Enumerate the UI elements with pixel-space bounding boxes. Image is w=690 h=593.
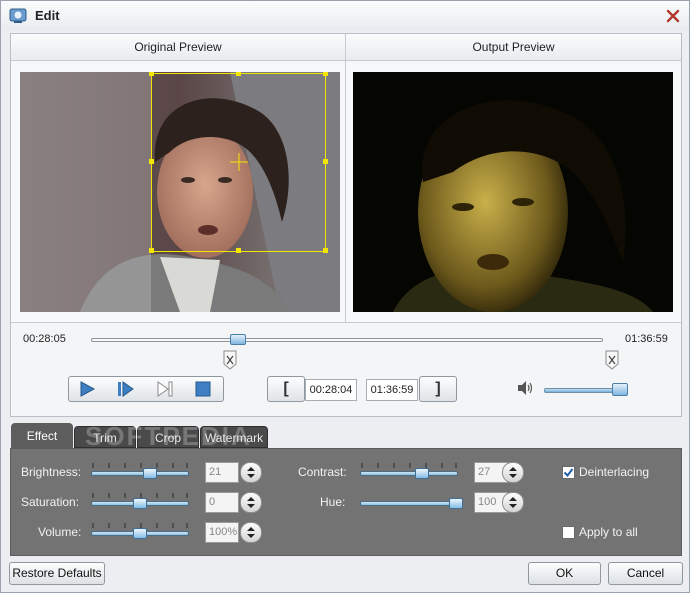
seek-thumb[interactable] [230, 334, 247, 345]
contrast-slider[interactable] [360, 471, 458, 476]
total-time-label: 01:36:59 [625, 333, 668, 345]
play-icon[interactable] [77, 380, 97, 398]
apply-to-all-checkbox[interactable] [562, 526, 575, 539]
volume-thumb[interactable] [612, 383, 628, 396]
preview-frame: Original Preview Output Preview 00:28:05… [10, 33, 682, 417]
app-icon [9, 8, 27, 23]
tab-trim[interactable]: Trim [74, 426, 136, 448]
output-preview-header: Output Preview [346, 34, 681, 61]
contrast-label: Contrast: [298, 465, 347, 479]
volume-field[interactable]: 100% [205, 522, 239, 543]
effect-volume-thumb[interactable] [133, 528, 147, 539]
tab-watermark[interactable]: Watermark [200, 426, 268, 448]
hue-thumb[interactable] [449, 498, 463, 509]
brightness-ticks [92, 463, 188, 468]
ok-button[interactable]: OK [528, 562, 601, 585]
seek-bar[interactable] [91, 338, 603, 342]
window-title: Edit [35, 8, 60, 23]
saturation-spinner[interactable] [240, 492, 262, 513]
brightness-slider[interactable] [91, 471, 189, 476]
original-preview-label: Original Preview [134, 40, 222, 54]
contrast-thumb[interactable] [415, 468, 429, 479]
contrast-spinner[interactable] [502, 462, 524, 483]
effect-panel: Brightness: 21 Saturation: 0 Volume: 100… [10, 448, 682, 556]
volume-label: Volume: [38, 525, 82, 539]
spinner-arrows-icon [509, 497, 517, 508]
close-icon[interactable] [665, 8, 681, 24]
hue-label: Hue: [320, 495, 346, 509]
volume-icon[interactable] [516, 380, 534, 396]
saturation-thumb[interactable] [133, 498, 147, 509]
hue-spinner[interactable] [502, 492, 524, 513]
brightness-spinner[interactable] [240, 462, 262, 483]
playback-controls [68, 376, 224, 402]
output-preview-area [346, 62, 681, 322]
deinterlacing-label: Deinterlacing [579, 465, 650, 479]
contrast-ticks [361, 463, 457, 468]
current-time-label: 00:28:05 [23, 333, 66, 345]
original-video-frame [20, 72, 340, 312]
deinterlacing-checkbox[interactable] [562, 466, 575, 479]
next-frame-icon[interactable] [115, 380, 135, 398]
set-start-label: [ [283, 380, 289, 397]
saturation-field[interactable]: 0 [205, 492, 239, 513]
brightness-thumb[interactable] [143, 468, 157, 479]
brightness-label: Brightness: [21, 465, 82, 479]
trim-end-time-field[interactable]: 01:36:59 [366, 379, 418, 401]
tab-crop[interactable]: Crop [137, 426, 199, 448]
output-preview-label: Output Preview [472, 40, 555, 54]
set-end-label: ] [435, 380, 441, 397]
saturation-label: Saturation: [21, 495, 80, 509]
restore-defaults-button[interactable]: Restore Defaults [9, 562, 105, 585]
apply-to-all-label: Apply to all [579, 525, 638, 539]
edit-dialog: Edit Original Preview Output Preview 00:… [0, 0, 690, 593]
stop-icon[interactable] [193, 380, 213, 398]
spinner-arrows-icon [509, 467, 517, 478]
cancel-button[interactable]: Cancel [608, 562, 683, 585]
trim-end-marker-icon[interactable] [605, 350, 619, 370]
spinner-arrows-icon [247, 497, 255, 508]
hue-slider[interactable] [360, 501, 458, 506]
original-preview-header: Original Preview [11, 34, 345, 61]
output-video-frame [353, 72, 673, 312]
checkmark-icon [563, 468, 574, 478]
set-start-button[interactable]: [ [267, 376, 305, 402]
title-bar: Edit [1, 1, 689, 31]
set-end-button[interactable]: ] [419, 376, 457, 402]
preview-controls-divider [11, 322, 681, 323]
volume-spinner[interactable] [240, 522, 262, 543]
spinner-arrows-icon [247, 527, 255, 538]
tab-effect[interactable]: Effect [11, 423, 73, 450]
trim-start-marker-icon[interactable] [223, 350, 237, 370]
original-preview-area [11, 62, 345, 322]
trim-start-time-field[interactable]: 00:28:04 [305, 379, 357, 401]
spinner-arrows-icon [247, 467, 255, 478]
brightness-field[interactable]: 21 [205, 462, 239, 483]
crop-box[interactable] [20, 72, 340, 312]
last-frame-icon[interactable] [155, 380, 175, 398]
